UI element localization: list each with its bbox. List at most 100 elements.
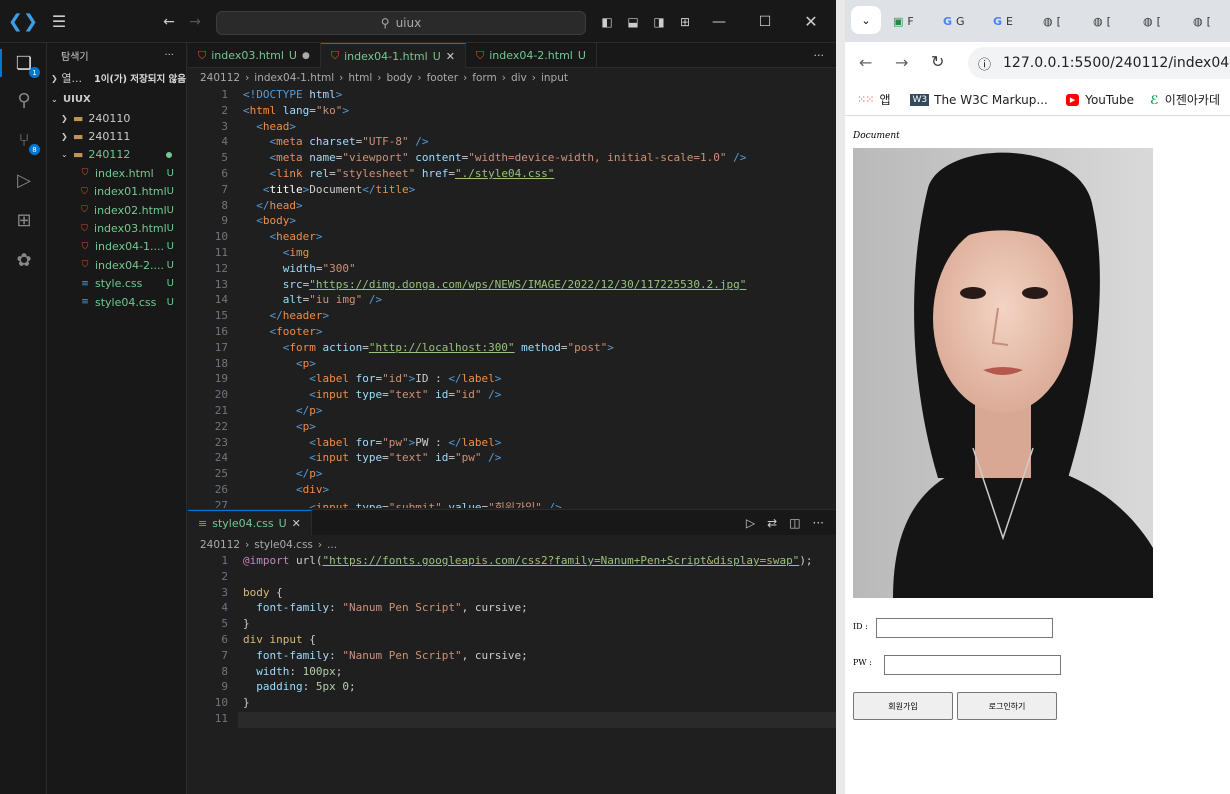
bookmark-apps[interactable]: 앱 [879,91,890,108]
tab-index03[interactable]: ⛉ index03.html U ● [188,43,321,68]
login-button[interactable]: 로그인하기 [957,692,1057,720]
code-line: alt="iu img" /> [243,293,382,306]
unsaved-dot-icon[interactable]: ● [302,51,310,61]
close-tab-icon[interactable]: ✕ [292,517,301,530]
code-token: < [262,182,270,196]
breadcrumb-item[interactable]: body [386,72,412,84]
search-icon[interactable]: ⚲ [12,88,36,112]
code-token: header [282,309,323,323]
id-input[interactable] [876,618,1053,638]
tab-index04-1[interactable]: ⛉ index04-1.html U ✕ [320,43,466,68]
file-item[interactable]: ≡ style04.css U [47,293,186,311]
html-editor[interactable]: 1 2 3 4 5 6 7 8 9 10 11 12 13 14 15 16 17 18 19 20 21 22 23 24 2… [188,87,836,508]
code-token: /> [726,151,747,165]
code-line: div input { [243,633,316,646]
browser-tab[interactable]: GE [993,8,1013,34]
code-line: <html lang="ko"> [243,104,349,117]
back-arrow-icon[interactable]: ← [158,0,180,43]
file-item[interactable]: ⛉ index01.html U [47,183,186,201]
line-number: 13 [214,277,228,291]
code-line: </head> [243,199,302,212]
folder-item[interactable]: ❯ ▬ 240110 [47,109,186,127]
file-item[interactable]: ⛉ index04-2.... U [47,256,186,274]
back-arrow-icon[interactable]: ← [859,53,872,72]
chevron-right-icon: ❯ [51,73,58,83]
tab-index04-2[interactable]: ⛉ index04-2.html U [466,43,597,68]
run-debug-icon[interactable]: ▷ [12,168,36,192]
bookmark-youtube[interactable]: YouTube [1085,93,1134,107]
folder-item[interactable]: ❯ ▬ 240111 [47,127,186,145]
file-item[interactable]: ⛉ index04-1.... U [47,238,186,256]
browser-tab[interactable]: ◍[ [1143,8,1161,34]
bookmark-ezen[interactable]: 이젠아카데 [1165,91,1220,108]
forward-arrow-icon[interactable]: → [184,0,206,43]
breadcrumb-item[interactable]: 240112 [200,539,240,551]
workspace-section[interactable]: ⌄ UIUX [47,89,186,109]
folder-item[interactable]: ⌄ ▬ 240112 [47,146,186,164]
close-tab-icon[interactable]: ✕ [446,50,455,63]
source-control-icon[interactable]: ⑂ 8 [12,128,40,155]
tab-label: [ [1106,14,1111,28]
breadcrumb-item[interactable]: div [511,72,527,84]
breadcrumb-item[interactable]: style04.css [254,539,313,551]
code-line: <body> [243,214,296,227]
browser-tab[interactable]: GG [943,8,965,34]
figma-icon[interactable]: ✿ [12,248,36,272]
browser-tab[interactable]: ▣ F [893,8,914,34]
menu-icon[interactable]: ☰ [46,0,72,43]
address-bar[interactable]: ⓘ 127.0.0.1:5500/240112/index04-1.htm [968,47,1230,79]
compare-icon[interactable]: ⇄ [767,516,777,530]
split-editor-icon[interactable]: ◫ [789,516,800,530]
more-actions-icon[interactable]: ··· [813,516,824,530]
browser-tab[interactable]: ◍[ [1093,8,1111,34]
file-item[interactable]: ⛉ index03.html U [47,219,186,237]
apps-grid-icon[interactable]: ⁙⁙ [857,93,874,106]
file-item[interactable]: ⛉ index.html U [47,164,186,182]
code-line: <div> [243,483,329,496]
explorer-icon[interactable]: ❏ 1 [12,51,40,78]
more-actions-icon[interactable]: ··· [164,50,174,61]
more-actions-icon[interactable]: ··· [814,43,837,67]
code-token: "pw" [454,451,482,465]
css-editor[interactable]: 1 2 3 4 5 6 7 8 9 10 11 @import url("https://fonts.… [188,553,836,794]
breadcrumb-item[interactable]: html [348,72,372,84]
bookmarks-bar: ⁙⁙ 앱 W3 The W3C Markup... ▶ YouTube ℰ 이젠… [845,84,1230,116]
reload-icon[interactable]: ↻ [931,52,944,71]
close-icon[interactable]: ✕ [800,0,822,43]
breadcrumb-item[interactable]: input [541,72,568,84]
pw-input[interactable] [884,655,1061,675]
site-info-icon[interactable]: ⓘ [978,54,991,73]
command-center-search[interactable]: ⚲ uiux [216,11,586,35]
breadcrumb-item[interactable]: ... [327,539,337,551]
forward-arrow-icon[interactable]: → [895,53,908,72]
bookmark-w3c[interactable]: The W3C Markup... [934,93,1048,107]
signup-button[interactable]: 회원가입 [853,692,953,720]
tab-search-icon[interactable]: ⌄ [851,6,881,34]
file-item[interactable]: ≡ style.css U [47,275,186,293]
file-item[interactable]: ⛉ index02.html U [47,201,186,219]
breadcrumb-item[interactable]: form [472,72,496,84]
breadcrumb-item[interactable]: 240112 [200,72,240,84]
browser-tab[interactable]: ◍[ [1193,8,1211,34]
code-token: /> [362,293,383,307]
customize-layout-icon[interactable]: ⊞ [674,0,696,43]
breadcrumb-item[interactable]: footer [427,72,458,84]
run-icon[interactable]: ▷ [746,516,755,530]
id-label: ID : [853,622,868,631]
open-editors-section[interactable]: ❯ 열... 1이(가) 저장되지 않음 [47,67,186,89]
toggle-panel-icon[interactable]: ⬓ [622,0,644,43]
toggle-sidebar-icon[interactable]: ◧ [596,0,618,43]
minimize-icon[interactable]: — [708,0,730,43]
maximize-icon[interactable]: ☐ [754,0,776,43]
code-line: </header> [243,309,330,323]
browser-tab[interactable]: ◍[ [1043,8,1061,34]
breadcrumb-item[interactable]: index04-1.html [254,72,334,84]
code-token: form [289,340,316,354]
extensions-icon[interactable]: ⊞ [12,208,36,232]
tab-style04[interactable]: ≡ style04.css U ✕ [188,510,312,535]
toggle-secondary-sidebar-icon[interactable]: ◨ [648,0,670,43]
code-token: , cursive; [461,601,528,615]
unsaved-status: 1이(가) 저장되지 않음 [94,74,186,85]
editor-tabs-2: ≡ style04.css U ✕ ▷ ⇄ ◫ ··· [188,509,836,535]
